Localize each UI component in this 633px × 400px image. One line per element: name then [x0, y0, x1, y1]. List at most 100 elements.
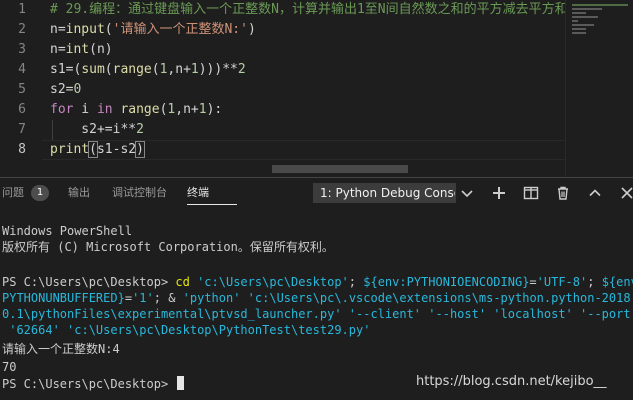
minimap-line — [572, 8, 602, 10]
code-token: (n) — [89, 42, 113, 57]
code-token: s1=( — [50, 62, 82, 77]
active-tab-indicator — [187, 204, 237, 205]
terminal-text: Windows PowerShell — [2, 224, 133, 238]
terminal-text: 请输入一个正整数N:4 — [2, 342, 120, 356]
code-token: # 29.编程：通过键盘输入一个正整数N，计算并输出1至N间自然数之和的平方减去… — [50, 2, 565, 17]
minimap-line — [572, 16, 598, 18]
add-icon[interactable] — [491, 185, 507, 201]
minimap-line — [572, 20, 578, 22]
code-token: s2+=i** — [50, 122, 137, 137]
code-token: input — [65, 22, 105, 37]
problems-count-badge: 1 — [31, 185, 49, 201]
terminal-text: ; & — [153, 291, 183, 305]
terminal-line: PS C:\Users\pc\Desktop> cd 'c:\Users\pc\… — [2, 274, 633, 290]
split-icon[interactable] — [523, 185, 539, 201]
terminal-selector[interactable]: 1: Python Debug Console — [313, 183, 456, 203]
code-line[interactable]: n=int(n) — [50, 40, 113, 60]
terminal-line: 0.1\pythonFiles\experimental\ptvsd_launc… — [2, 306, 633, 322]
line-number: 5 — [18, 82, 26, 97]
minimap-line — [572, 28, 586, 30]
terminal-line: Windows PowerShell — [2, 223, 132, 239]
minimap-line — [572, 12, 586, 14]
code-token: n= — [50, 22, 66, 37]
line-number: 2 — [18, 22, 26, 37]
terminal-text: 0.1\pythonFiles\experimental\ptvsd_launc… — [2, 307, 342, 321]
minimap-line — [572, 4, 628, 6]
code-token: in — [96, 102, 113, 117]
terminal-text: ; — [587, 275, 602, 289]
line-number-gutter: 1 2 3 4 5 6 7 8 — [0, 0, 42, 177]
terminal-prompt-line[interactable]: PS C:\Users\pc\Desktop> — [2, 376, 185, 392]
code-token: 2 — [237, 62, 246, 77]
tab-output[interactable]: 输出 — [68, 178, 90, 207]
line-number-active: 8 — [18, 142, 26, 157]
panel-header: 问题 1 输出 调试控制台 终端 1: Python Debug Console — [0, 177, 633, 207]
terminal-text: ${env:PYTHONIOENCODING} — [363, 275, 530, 289]
line-number: 3 — [18, 42, 26, 57]
code-token: range — [120, 102, 160, 117]
minimap-line — [572, 32, 586, 34]
code-line[interactable]: s1=(sum(range(1,n+1)))**2 — [50, 60, 246, 80]
code-token: 1 — [190, 62, 199, 77]
code-token: print — [50, 142, 90, 157]
terminal-panel[interactable]: Windows PowerShell 版权所有 (C) Microsoft Co… — [0, 207, 633, 400]
terminal-cursor — [177, 376, 185, 390]
code-token: s2= — [50, 82, 74, 97]
code-token: ) — [247, 22, 256, 37]
code-token: ,n+ — [167, 62, 191, 77]
code-editor[interactable]: 1 2 3 4 5 6 7 8 # 29.编程：通过键盘输入一个正整数N，计算并… — [0, 0, 633, 177]
code-token: 0 — [73, 82, 82, 97]
minimap-line — [572, 24, 594, 26]
code-token: for — [50, 102, 74, 117]
code-line[interactable]: for i in range(1,n+1): — [50, 100, 222, 120]
terminal-text: '62664' — [2, 323, 60, 337]
tab-problems[interactable]: 问题 — [2, 178, 24, 207]
terminal-text: 版权所有 (C) Microsoft Corporation。保留所有权利。 — [2, 240, 334, 254]
terminal-text: cd — [175, 275, 190, 289]
code-line[interactable]: s2+=i**2 — [50, 120, 144, 140]
code-token: s1-s2 — [96, 142, 137, 157]
tab-terminal[interactable]: 终端 — [187, 178, 209, 207]
code-token: 2 — [136, 122, 144, 137]
code-token: ) — [135, 141, 145, 158]
code-token: '请输入一个正整数N:' — [112, 22, 248, 37]
close-icon[interactable] — [619, 185, 633, 201]
code-token: ,n+ — [175, 102, 199, 117]
terminal-text: 'c:\Users\pc\.vscode\extensions\ms-pytho… — [240, 291, 633, 305]
horizontal-scrollbar[interactable] — [272, 165, 408, 173]
line-number: 6 — [18, 102, 26, 117]
terminal-text: 'python' — [182, 291, 241, 305]
terminal-text: '--client' — [341, 307, 422, 321]
terminal-text: '--port' — [572, 307, 633, 321]
code-token: )))** — [198, 62, 238, 77]
trash-icon[interactable] — [555, 185, 571, 201]
tab-debug-console[interactable]: 调试控制台 — [112, 178, 167, 207]
terminal-line: 70 — [2, 359, 16, 375]
code-line[interactable]: s2=0 — [50, 80, 81, 100]
terminal-text: 70 — [2, 360, 17, 374]
terminal-text: = — [529, 275, 537, 289]
code-token: n= — [50, 42, 66, 57]
line-number: 7 — [18, 122, 26, 137]
indent-guide — [52, 120, 53, 140]
terminal-text: ; — [348, 275, 364, 289]
terminal-line: '62664' 'c:\Users\pc\Desktop\PythonTest\… — [2, 322, 370, 338]
terminal-text: 'UTF-8' — [536, 275, 588, 289]
code-token: ( — [88, 141, 98, 158]
chevron-up-icon[interactable] — [587, 185, 603, 201]
code-line[interactable]: print(s1-s2) — [50, 140, 145, 160]
code-token: 1 — [198, 102, 207, 117]
terminal-text: PS C:\Users\pc\Desktop> — [2, 377, 176, 391]
watermark-text: https://blog.csdn.net/kejibo__ — [416, 374, 607, 389]
chevron-down-icon[interactable] — [459, 185, 475, 201]
code-token: range — [112, 62, 152, 77]
code-line[interactable]: n=input('请输入一个正整数N:') — [50, 20, 256, 40]
minimap[interactable] — [565, 0, 633, 177]
code-line[interactable]: # 29.编程：通过键盘输入一个正整数N，计算并输出1至N间自然数之和的平方减去… — [50, 0, 565, 20]
terminal-line: 版权所有 (C) Microsoft Corporation。保留所有权利。 — [2, 239, 334, 255]
code-token: ( — [104, 22, 113, 37]
terminal-text: = — [124, 291, 133, 305]
terminal-text: '--host' — [421, 307, 487, 321]
code-token: int — [65, 42, 90, 57]
code-area[interactable]: # 29.编程：通过键盘输入一个正整数N，计算并输出1至N间自然数之和的平方减去… — [50, 0, 565, 177]
